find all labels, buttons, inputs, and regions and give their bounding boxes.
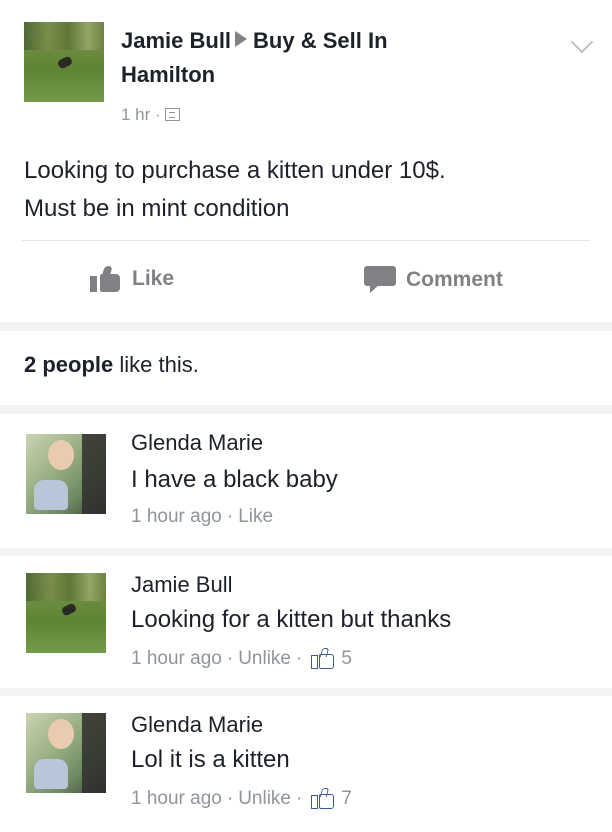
right-triangle-icon (235, 31, 248, 47)
thumbs-up-icon (90, 266, 122, 292)
commenter-avatar[interactable] (26, 713, 106, 793)
comment-text: Lol it is a kitten (131, 746, 290, 773)
comment-item: Glenda Marie Lol it is a kitten 1 hour a… (0, 696, 612, 832)
author-name[interactable]: Jamie Bull (121, 28, 231, 53)
author-avatar[interactable] (24, 22, 104, 102)
comment-meta: 1 hour ago · Unlike · 7 (131, 788, 352, 810)
commenter-name[interactable]: Glenda Marie (131, 430, 263, 456)
commenter-name[interactable]: Glenda Marie (131, 712, 263, 738)
comment-time[interactable]: 1 hour ago (131, 788, 222, 810)
comment-label: Comment (406, 268, 503, 291)
chevron-down-icon[interactable] (570, 30, 594, 54)
comment-like-link[interactable]: Like (238, 506, 273, 528)
commenter-name[interactable]: Jamie Bull (131, 572, 232, 598)
comment-item: Glenda Marie I have a black baby 1 hour … (0, 414, 612, 548)
reaction-count[interactable]: 5 (341, 648, 352, 670)
likes-suffix: like this. (113, 352, 199, 377)
comment-unlike-link[interactable]: Unlike (238, 648, 291, 670)
like-label: Like (132, 267, 175, 290)
comment-text: I have a black baby (131, 466, 338, 493)
comment-text: Looking for a kitten but thanks (131, 606, 452, 633)
commenter-avatar[interactable] (26, 434, 106, 514)
group-name-line2[interactable]: Hamilton (121, 62, 215, 88)
group-name[interactable]: Buy & Sell In (253, 28, 387, 53)
comment-unlike-link[interactable]: Unlike (238, 788, 291, 810)
post-meta: 1 hr · (121, 105, 180, 125)
reaction-count[interactable]: 7 (341, 788, 352, 810)
likes-count[interactable]: 2 people (24, 352, 113, 377)
commenter-avatar[interactable] (26, 573, 106, 653)
thumbs-up-icon (311, 648, 335, 670)
post-time[interactable]: 1 hr · (121, 105, 161, 124)
comment-item: Jamie Bull Looking for a kitten but than… (0, 556, 612, 688)
comment-time[interactable]: 1 hour ago (131, 506, 222, 528)
comment-meta: 1 hour ago · Like (131, 506, 274, 528)
comment-time[interactable]: 1 hour ago (131, 648, 222, 670)
post-card: Jamie Bull Buy & Sell In Hamilton 1 hr · … (0, 0, 612, 322)
post-header: Jamie Bull Buy & Sell In (121, 28, 388, 54)
speech-bubble-icon (364, 266, 396, 294)
likes-summary-text[interactable]: 2 people like this. (24, 352, 199, 378)
comment-meta: 1 hour ago · Unlike · 5 (131, 648, 352, 670)
post-text: Looking to purchase a kitten under 10$. … (24, 157, 446, 222)
comment-button[interactable]: Comment (364, 266, 503, 294)
like-button[interactable]: Like (90, 266, 174, 292)
thumbs-up-icon (311, 788, 335, 810)
divider (22, 240, 590, 241)
group-audience-icon (164, 108, 180, 121)
